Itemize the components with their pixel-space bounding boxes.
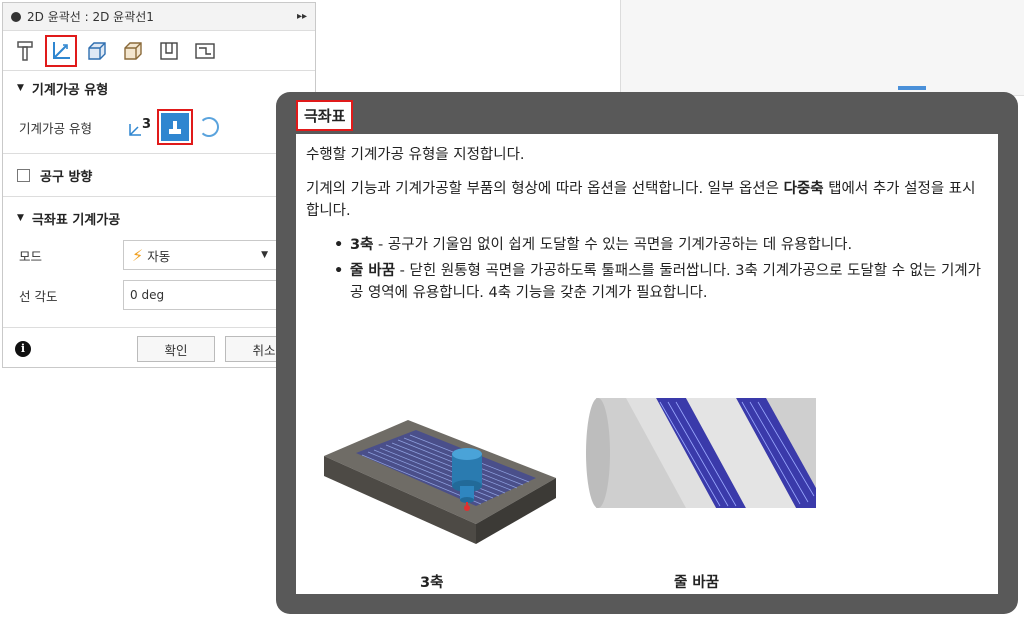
section-title: 공구 방향 [40, 169, 93, 185]
section-polar-machining[interactable]: ▼ 극좌표 기계가공 [3, 201, 315, 235]
divider [620, 0, 621, 96]
tab-tool[interactable] [9, 35, 41, 67]
ok-button[interactable]: 확인 [137, 336, 215, 362]
axis-small-icon [129, 123, 141, 136]
lightning-icon: ⚡ [132, 245, 144, 265]
machining-type-options: 3 [128, 109, 220, 145]
3axis-option-icon[interactable]: 3 [128, 117, 151, 137]
tooltip-body: 수행할 기계가공 유형을 지정합니다. 기계의 기능과 기계가공할 부품의 형상… [296, 134, 998, 594]
section-title: 극좌표 기계가공 [31, 212, 121, 228]
bullet-wrap: 줄 바꿈 - 닫힌 원통형 곡면을 가공하도록 툴패스를 둘러쌉니다. 3축 기… [334, 260, 988, 304]
wrap-illustration [586, 398, 816, 508]
axis-icon [53, 41, 70, 59]
background-panel [620, 0, 1024, 96]
operation-dialog: 2D 윤곽선 : 2D 윤곽선1 ▸▸ ▼ 기계가공 유형 기계가공 유형 3 … [2, 2, 316, 368]
status-dot-icon [11, 11, 21, 22]
blue-indicator [898, 86, 926, 90]
mode-select[interactable]: ⚡ 자동 ▼ [123, 240, 277, 270]
tab-passes[interactable] [117, 35, 149, 67]
tab-feed[interactable] [189, 35, 221, 67]
mode-value: 자동 [147, 248, 171, 264]
section-title: 기계가공 유형 [31, 82, 109, 98]
stock-icon [124, 41, 142, 60]
bullet-text: - 공구가 기울임 없이 쉽게 도달할 수 있는 곡면을 기계가공하는 데 유용… [373, 237, 853, 253]
info-icon[interactable]: i [15, 340, 31, 357]
tool-icon [17, 40, 33, 61]
mode-label: 모드 [19, 248, 43, 264]
para2-text-a: 기계의 기능과 기계가공할 부품의 형상에 따라 옵션을 선택합니다. 일부 옵… [306, 181, 784, 197]
divider [3, 153, 315, 154]
polar-option-button[interactable] [157, 109, 194, 145]
expand-icon[interactable]: ▸▸ [297, 11, 307, 22]
line-angle-row: 선 각도 0 deg [3, 275, 315, 315]
dialog-titlebar: 2D 윤곽선 : 2D 윤곽선1 ▸▸ [3, 3, 315, 31]
line-angle-input[interactable]: 0 deg [123, 280, 277, 310]
section-tool-orientation[interactable]: 공구 방향 [3, 158, 315, 192]
mode-row: 모드 ⚡ 자동 ▼ [3, 235, 315, 275]
tooltip-para-2: 기계의 기능과 기계가공할 부품의 형상에 따라 옵션을 선택합니다. 일부 옵… [306, 178, 988, 222]
bullet-3axis: 3축 - 공구가 기울임 없이 쉽게 도달할 수 있는 곡면을 기계가공하는 데… [334, 234, 988, 256]
collapse-triangle-icon: ▼ [17, 83, 24, 93]
dialog-title: 2D 윤곽선 : 2D 윤곽선1 [27, 10, 154, 24]
machining-type-row: 기계가공 유형 3 [3, 105, 315, 149]
illustration-area: 3축 줄 바꿈 [296, 374, 998, 594]
tool-orientation-checkbox[interactable] [17, 168, 30, 182]
section-machining-type[interactable]: ▼ 기계가공 유형 [3, 71, 315, 105]
wrap-option-icon[interactable] [199, 117, 220, 137]
dialog-footer: i 확인 취소 [3, 327, 315, 369]
machining-type-label: 기계가공 유형 [19, 120, 92, 136]
para2-bold: 다중축 [783, 181, 824, 197]
caption-wrap: 줄 바꿈 [674, 575, 720, 591]
bullet-title: 3축 [350, 237, 374, 253]
bullet-text: - 닫힌 원통형 곡면을 가공하도록 툴패스를 둘러쌉니다. 3축 기계가공으로… [350, 263, 981, 301]
tab-linking[interactable] [153, 35, 185, 67]
dialog-tabs [3, 31, 315, 71]
polar-glyph-icon [169, 121, 182, 134]
tooltip-title: 극좌표 [296, 100, 354, 131]
tab-geometry[interactable] [45, 34, 77, 67]
3axis-illustration [324, 420, 556, 544]
help-tooltip: 극좌표 수행할 기계가공 유형을 지정합니다. 기계의 기능과 기계가공할 부품… [276, 92, 1018, 614]
path-icon [195, 42, 215, 59]
bullet-title: 줄 바꿈 [350, 263, 396, 279]
tab-heights[interactable] [81, 35, 113, 67]
box-icon [88, 41, 106, 60]
3axis-superscript: 3 [141, 117, 152, 133]
linking-icon [160, 41, 178, 60]
polar-icon [161, 113, 190, 141]
caption-3axis: 3축 [420, 575, 444, 591]
collapse-triangle-icon: ▼ [17, 213, 24, 223]
dropdown-arrow-icon: ▼ [261, 250, 268, 260]
tooltip-bullets: 3축 - 공구가 기울임 없이 쉽게 도달할 수 있는 곡면을 기계가공하는 데… [334, 234, 988, 304]
line-angle-value: 0 deg [130, 288, 165, 302]
tooltip-para-1: 수행할 기계가공 유형을 지정합니다. [306, 147, 525, 163]
line-angle-label: 선 각도 [19, 288, 58, 304]
divider [3, 196, 315, 197]
